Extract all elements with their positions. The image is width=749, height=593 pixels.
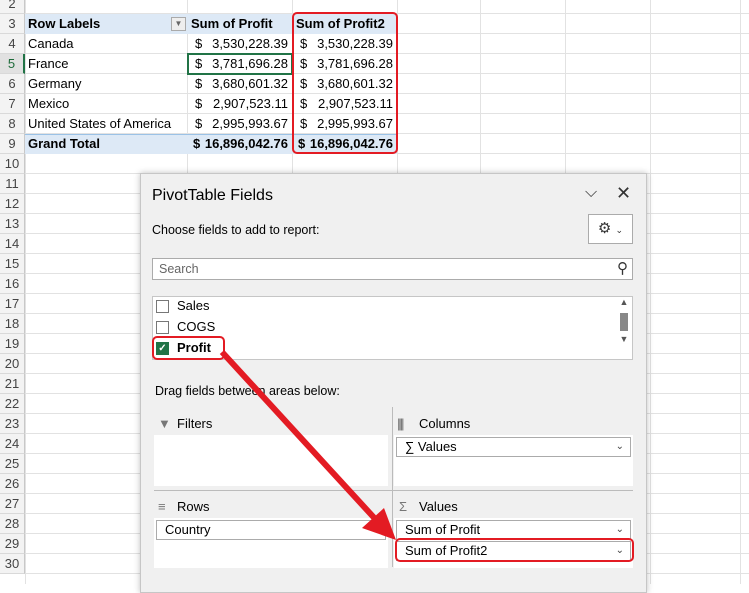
arrow-shaft (219, 349, 381, 525)
annotation-arrow (219, 349, 396, 540)
